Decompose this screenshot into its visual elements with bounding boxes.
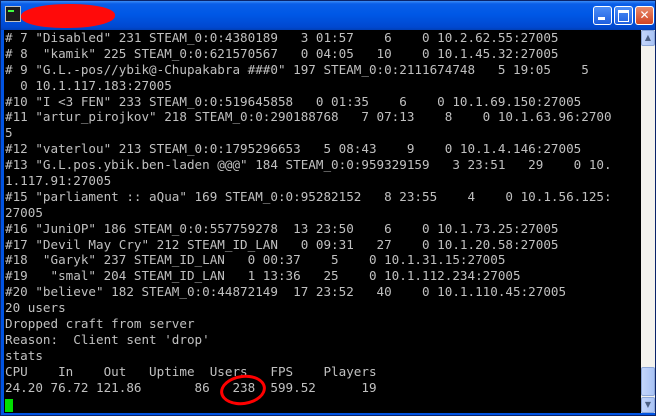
console-output[interactable]: # 7 "Disabled" 231 STEAM_0:0:4380189 3 0… <box>4 30 641 413</box>
scroll-up-button[interactable]: ▲ <box>641 30 655 46</box>
minimize-button[interactable] <box>593 6 612 25</box>
scroll-thumb[interactable] <box>641 367 655 396</box>
console-line: #12 "vaterlou" 213 STEAM_0:0:1795296653 … <box>5 141 582 157</box>
console-line: #18 "Garyk" 237 STEAM_ID_LAN 0 00:37 5 0… <box>5 252 506 268</box>
scroll-down-button[interactable]: ▼ <box>641 397 655 413</box>
close-icon: ✕ <box>639 8 650 22</box>
console-line: #17 "Devil May Cry" 212 STEAM_ID_LAN 0 0… <box>5 236 559 252</box>
console-line: #10 "I <3 FEN" 233 STEAM_0:0:519645858 0… <box>5 93 582 109</box>
maximize-button[interactable] <box>614 6 633 25</box>
console-line: #16 "JuniOP" 186 STEAM_0:0:557759278 13 … <box>5 220 559 236</box>
console-line: #13 "G.L.pos.ybik.ben-laden @@@" 184 STE… <box>5 157 612 173</box>
vertical-scrollbar[interactable]: ▲ ▼ <box>641 30 655 413</box>
arrow-up-icon: ▲ <box>644 33 652 42</box>
console-line: 24.20 76.72 121.86 86 238 599.52 19 <box>5 379 377 395</box>
console-line: 0 10.1.117.183:27005 <box>5 77 172 93</box>
console-line: Reason: Client sent 'drop' <box>5 331 210 347</box>
close-button[interactable]: ✕ <box>635 6 654 25</box>
console-line: #20 "believe" 182 STEAM_0:0:44872149 17 … <box>5 284 567 300</box>
title-redaction-mark <box>21 4 115 28</box>
console-window: ✕ # 7 "Disabled" 231 STEAM_0:0:4380189 3… <box>0 0 656 416</box>
console-lines: # 7 "Disabled" 231 STEAM_0:0:4380189 3 0… <box>5 30 612 395</box>
console-line: 20 users <box>5 300 66 316</box>
console-line: 1.117.91:27005 <box>5 173 112 189</box>
console-line: #11 "artur_pirojkov" 218 STEAM_0:0:29018… <box>5 109 612 125</box>
console-line: stats <box>5 347 43 363</box>
console-line: 5 <box>5 125 13 141</box>
console-line: #19 "smal" 204 STEAM_ID_LAN 1 13:36 25 0… <box>5 268 521 284</box>
console-line: CPU In Out Uptime Users FPS Players <box>5 363 377 379</box>
console-line: 27005 <box>5 204 43 220</box>
console-line: #15 "parliament :: aQua" 169 STEAM_0:0:9… <box>5 188 612 204</box>
terminal-icon[interactable] <box>5 6 21 22</box>
console-line: # 9 "G.L.-pos//ybik@-Chupakabra ###0" 19… <box>5 61 589 77</box>
title-bar[interactable]: ✕ <box>1 1 655 30</box>
arrow-down-icon: ▼ <box>644 400 652 409</box>
console-line: # 7 "Disabled" 231 STEAM_0:0:4380189 3 0… <box>5 30 559 45</box>
console-line: # 8 "kamik" 225 STEAM_0:0:621570567 0 04… <box>5 45 559 61</box>
console-line: Dropped craft from server <box>5 316 195 332</box>
text-cursor <box>5 399 13 412</box>
